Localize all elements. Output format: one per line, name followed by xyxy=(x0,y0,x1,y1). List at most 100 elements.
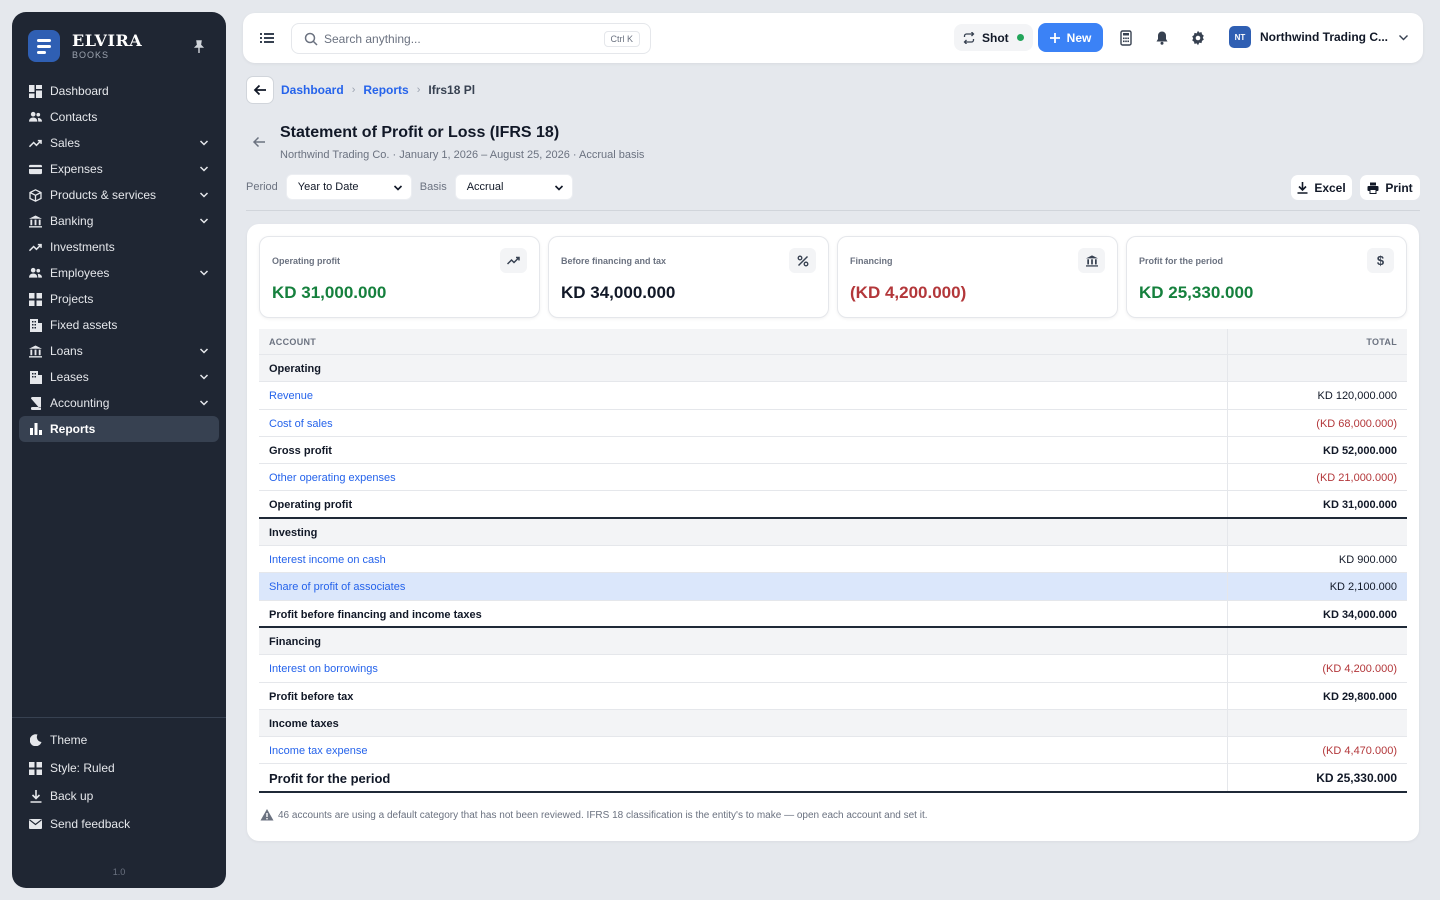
bell-icon[interactable] xyxy=(1154,30,1170,46)
sidebar-item-fixed-assets[interactable]: Fixed assets xyxy=(19,312,219,338)
sidebar-item-loans[interactable]: Loans xyxy=(19,338,219,364)
sidebar-item-label: Sales xyxy=(50,136,81,150)
list-menu-icon[interactable] xyxy=(259,30,275,46)
table-row[interactable]: Interest on borrowings (KD 4,200.000) xyxy=(259,655,1407,683)
section-row-financing: Financing xyxy=(259,627,1407,656)
account-link[interactable]: Revenue xyxy=(269,390,313,402)
chevron-down-icon[interactable] xyxy=(199,268,209,278)
sidebar: ELVIRA BOOKS Dashboard Contacts Sales Ex… xyxy=(12,12,226,888)
contacts-icon xyxy=(29,111,42,124)
sidebar-item-label: Dashboard xyxy=(50,84,109,98)
section-label: Operating xyxy=(269,363,321,375)
account-link[interactable]: Other operating expenses xyxy=(269,472,396,484)
account-link[interactable]: Income tax expense xyxy=(269,745,367,757)
search-box[interactable]: Ctrl K xyxy=(291,23,651,54)
trend-up-icon xyxy=(500,248,527,273)
style-toggle[interactable]: Style: Ruled xyxy=(19,754,219,782)
account-link[interactable]: Share of profit of associates xyxy=(269,581,405,593)
sidebar-divider xyxy=(12,717,226,718)
sidebar-item-label: Investments xyxy=(50,240,115,254)
chevron-down-icon[interactable] xyxy=(199,346,209,356)
sidebar-item-reports[interactable]: Reports xyxy=(19,416,219,442)
sidebar-item-sales[interactable]: Sales xyxy=(19,130,219,156)
search-input[interactable] xyxy=(324,30,584,48)
chevron-down-icon[interactable] xyxy=(199,372,209,382)
column-header-account: ACCOUNT xyxy=(269,337,317,347)
sidebar-item-products[interactable]: Products & services xyxy=(19,182,219,208)
table-row[interactable]: Revenue KD 120,000.000 xyxy=(259,382,1407,410)
basis-select[interactable]: Accrual xyxy=(454,174,573,200)
style-label: Style: Ruled xyxy=(50,761,115,775)
account-link[interactable]: Cost of sales xyxy=(269,418,333,430)
sidebar-item-employees[interactable]: Employees xyxy=(19,260,219,286)
table-row[interactable]: Interest income on cash KD 900.000 xyxy=(259,546,1407,574)
chevron-down-icon xyxy=(1399,34,1408,40)
sidebar-item-contacts[interactable]: Contacts xyxy=(19,104,219,130)
chevron-down-icon[interactable] xyxy=(199,216,209,226)
row-total: (KD 4,200.000) xyxy=(1322,663,1397,676)
box-icon xyxy=(29,188,42,202)
breadcrumb-dashboard[interactable]: Dashboard xyxy=(281,83,344,97)
new-button[interactable]: New xyxy=(1038,23,1103,52)
table-row[interactable]: Cost of sales (KD 68,000.000) xyxy=(259,409,1407,437)
sidebar-nav: Dashboard Contacts Sales Expenses Produc… xyxy=(19,78,219,442)
breadcrumb-reports[interactable]: Reports xyxy=(363,83,408,97)
back-button[interactable] xyxy=(246,76,274,104)
breadcrumb: Dashboard › Reports › Ifrs18 Pl xyxy=(281,83,475,97)
download-icon xyxy=(29,789,42,803)
account-link[interactable]: Interest on borrowings xyxy=(269,663,378,675)
chevron-down-icon[interactable] xyxy=(199,164,209,174)
new-label: New xyxy=(1066,30,1092,45)
section-label: Investing xyxy=(269,526,318,539)
sidebar-item-dashboard[interactable]: Dashboard xyxy=(19,78,219,104)
sidebar-item-label: Contacts xyxy=(50,110,98,124)
org-name: Northwind Trading C... xyxy=(1260,30,1388,44)
table-row-hover[interactable]: Share of profit of associates KD 2,100.0… xyxy=(259,573,1407,601)
bank-icon xyxy=(29,214,42,228)
chevron-down-icon[interactable] xyxy=(199,138,209,148)
sidebar-item-investments[interactable]: Investments xyxy=(19,234,219,260)
backup-button[interactable]: Back up xyxy=(19,782,219,810)
sidebar-item-leases[interactable]: Leases xyxy=(19,364,219,390)
brand-name: ELVIRA xyxy=(72,30,143,50)
sidebar-item-label: Fixed assets xyxy=(50,318,118,332)
excel-export-button[interactable]: Excel xyxy=(1291,175,1352,200)
feedback-button[interactable]: Send feedback xyxy=(19,810,219,838)
row-total: KD 900.000 xyxy=(1338,554,1397,567)
org-switcher[interactable]: NT Northwind Trading C... xyxy=(1229,26,1409,48)
chevron-down-icon[interactable] xyxy=(199,190,209,200)
calculator-icon[interactable] xyxy=(1118,30,1134,46)
sidebar-item-accounting[interactable]: Accounting xyxy=(19,390,219,416)
trend-up-icon xyxy=(29,137,42,150)
gear-icon[interactable] xyxy=(1190,30,1206,46)
shot-button[interactable]: Shot xyxy=(954,24,1033,51)
backup-label: Back up xyxy=(50,789,94,803)
table-row[interactable]: Income tax expense (KD 4,470.000) xyxy=(259,737,1407,765)
moon-icon xyxy=(29,734,42,747)
sidebar-item-projects[interactable]: Projects xyxy=(19,286,219,312)
users-icon xyxy=(29,267,42,280)
brand[interactable]: ELVIRA BOOKS xyxy=(28,30,142,62)
sidebar-item-label: Products & services xyxy=(50,188,157,202)
arrow-left-icon[interactable] xyxy=(252,135,266,149)
subtotal-label: Gross profit xyxy=(269,444,332,457)
app-version: 1.0 xyxy=(112,867,126,877)
chevron-down-icon[interactable] xyxy=(199,398,209,408)
theme-toggle[interactable]: Theme xyxy=(19,726,219,754)
sidebar-item-banking[interactable]: Banking xyxy=(19,208,219,234)
account-link[interactable]: Interest income on cash xyxy=(269,554,386,566)
table-row[interactable]: Other operating expenses (KD 21,000.000) xyxy=(259,464,1407,492)
pin-icon[interactable] xyxy=(192,40,206,54)
sidebar-footer: Theme Style: Ruled Back up Send feedback xyxy=(19,726,219,838)
row-total: KD 29,800.000 xyxy=(1323,690,1397,703)
feedback-label: Send feedback xyxy=(50,817,131,831)
print-button[interactable]: Print xyxy=(1360,175,1420,200)
period-select[interactable]: Year to Date xyxy=(285,174,412,200)
row-total: KD 52,000.000 xyxy=(1323,444,1397,457)
row-total: KD 31,000.000 xyxy=(1323,499,1397,512)
kpi-profit-for-period: Profit for the period $ KD 25,330.000 xyxy=(1126,236,1407,318)
sidebar-item-expenses[interactable]: Expenses xyxy=(19,156,219,182)
subtotal-row: Gross profit KD 52,000.000 xyxy=(259,436,1407,465)
kpi-label: Financing xyxy=(850,256,893,266)
kpi-value: (KD 4,200.000) xyxy=(850,283,967,302)
